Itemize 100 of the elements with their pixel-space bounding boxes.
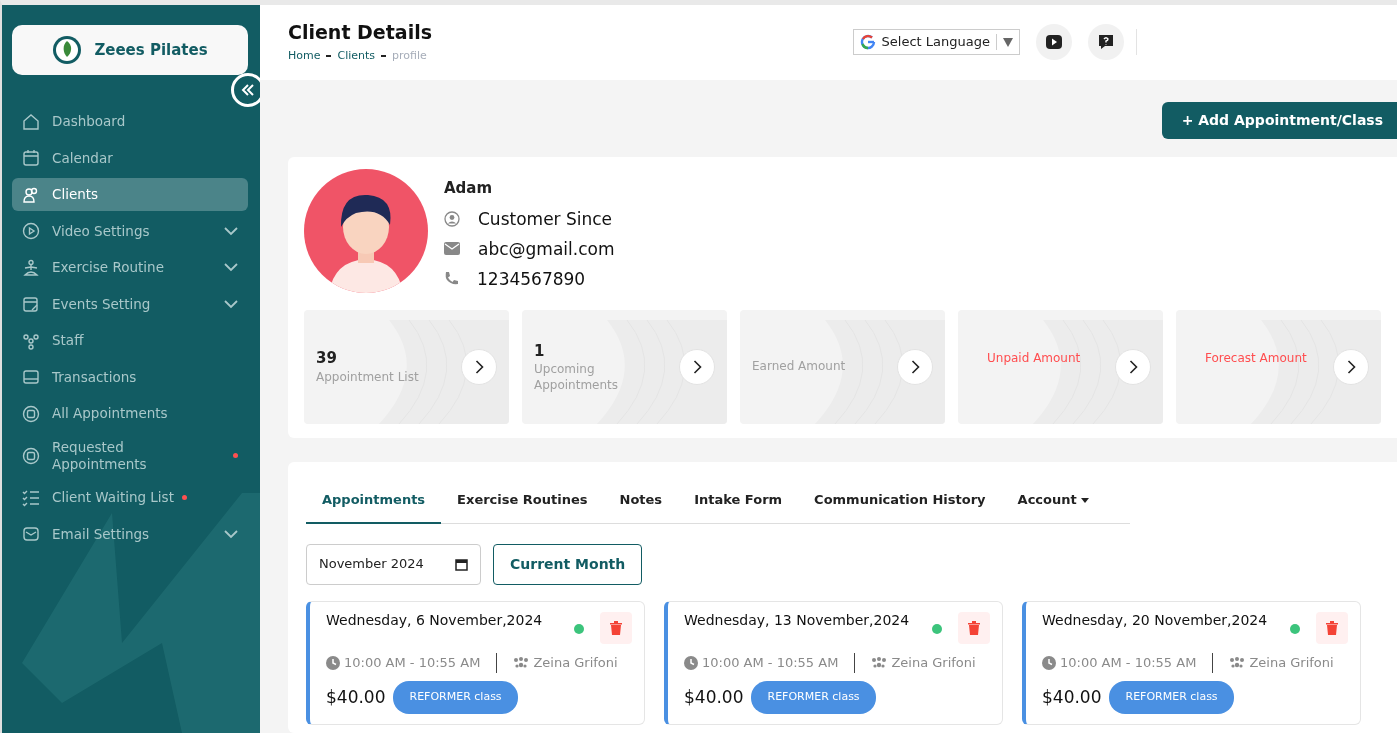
trash-icon (1326, 620, 1338, 635)
team-icon (22, 331, 40, 350)
play-circle-icon (22, 222, 40, 240)
meditation-icon (22, 258, 40, 277)
home-icon (22, 112, 40, 131)
breadcrumb-link[interactable]: Clients (337, 47, 376, 65)
chevron-right-icon (474, 359, 484, 374)
tab[interactable]: Intake Form (678, 478, 799, 524)
class-tag[interactable]: REFORMER class (751, 681, 876, 714)
delete-button[interactable] (600, 611, 632, 644)
stat-label: Upcoming Appointments (534, 362, 620, 394)
month-field[interactable]: November 2024 (306, 543, 481, 585)
trash-icon (968, 620, 980, 635)
sidebar-item[interactable]: Email Settings (12, 517, 248, 551)
staff-name: Zeina Grifoni (533, 654, 618, 673)
appointment-date: Wednesday, 13 November,2024 (684, 611, 911, 629)
envelope-icon (444, 242, 460, 255)
calendar-circle-icon (22, 404, 40, 423)
dropdown-triangle-icon (1003, 37, 1013, 47)
stat-label: Earned Amount (752, 358, 847, 375)
appointment-price: $40.00 (326, 685, 386, 709)
tab[interactable]: Appointments (306, 478, 442, 524)
team-icon (871, 656, 888, 670)
breadcrumb-link[interactable]: Home (288, 47, 321, 65)
help-chat-icon (1097, 33, 1115, 51)
double-chevron-left-icon (241, 83, 255, 97)
customer-since-text: Customer Since (478, 207, 613, 231)
sidebar-item[interactable]: Requested Appointments (12, 433, 248, 478)
stat-label: Appointment List (316, 369, 420, 386)
client-email: abc@gmail.com (478, 237, 615, 261)
chevron-right-icon (692, 359, 702, 374)
chevron-right-icon (1346, 359, 1356, 374)
checklist-icon (22, 488, 40, 507)
stat-card[interactable]: 1 Upcoming Appointments (522, 309, 727, 424)
video-button[interactable] (1036, 24, 1072, 60)
class-tag[interactable]: REFORMER class (1109, 681, 1234, 714)
card-icon (22, 368, 40, 386)
client-name: Adam (444, 178, 494, 199)
envelope-icon (22, 525, 40, 543)
calendar-icon (455, 557, 468, 571)
client-phone: 1234567890 (477, 267, 586, 291)
sidebar-item[interactable]: Exercise Routine (12, 251, 248, 284)
help-button[interactable] (1088, 24, 1124, 60)
class-tag[interactable]: REFORMER class (393, 681, 518, 714)
chevron-right-icon (1128, 359, 1138, 374)
stat-card[interactable]: Earned Amount (740, 309, 945, 424)
chevron-right-icon (910, 359, 920, 374)
stat-label: Unpaid Amount (986, 349, 1082, 367)
collapse-button[interactable] (231, 73, 260, 107)
stat-card[interactable]: Forecast Amount (1176, 309, 1381, 424)
trash-icon (610, 620, 622, 635)
current-month-button[interactable]: Current Month (493, 543, 643, 585)
sidebar-item[interactable]: Calendar (12, 141, 248, 175)
play-icon (1045, 33, 1063, 51)
tab[interactable]: Account (1001, 478, 1105, 524)
stat-card[interactable]: 39 Appointment List (304, 309, 509, 424)
tab[interactable]: Communication History (798, 478, 1002, 524)
google-g-icon (859, 34, 876, 50)
sidebar-item[interactable]: Clients (12, 178, 248, 211)
tab[interactable]: Notes (603, 478, 679, 524)
appointment-time: 10:00 AM - 10:55 AM (1060, 654, 1197, 673)
tab[interactable]: Exercise Routines (441, 478, 604, 524)
appointment-time: 10:00 AM - 10:55 AM (702, 654, 839, 673)
sidebar-item[interactable]: Transactions (12, 360, 248, 394)
logo-icon (52, 35, 83, 65)
staff-name: Zeina Grifoni (1249, 654, 1334, 673)
add-appointment-button[interactable]: + Add Appointment/Class (1161, 102, 1397, 139)
stat-card[interactable]: Unpaid Amount (958, 309, 1163, 424)
sidebar-item[interactable]: All Appointments (12, 397, 248, 430)
users-icon (22, 185, 40, 204)
language-select[interactable]: Select Language (852, 29, 1020, 55)
calendar-edit-icon (22, 295, 40, 313)
team-icon (1229, 656, 1246, 670)
brand-name: Zeees Pilates (94, 39, 208, 61)
clock-icon (326, 656, 340, 670)
stat-label: Forecast Amount (1204, 349, 1308, 367)
clock-icon (684, 656, 698, 670)
stat-value: 1 (534, 340, 546, 362)
appointment-date: Wednesday, 20 November,2024 (1042, 611, 1269, 629)
calendar-icon (22, 149, 40, 167)
appointment-price: $40.00 (684, 685, 744, 709)
breadcrumb-separator (381, 55, 387, 58)
staff-name: Zeina Grifoni (891, 654, 976, 673)
page-title: Client Details (288, 21, 432, 44)
sidebar-item[interactable]: Dashboard (12, 105, 248, 138)
sidebar-item[interactable]: Video Settings (12, 214, 248, 248)
delete-button[interactable] (1316, 611, 1348, 644)
sidebar-item[interactable]: Events Setting (12, 287, 248, 321)
calendar-circle-icon (22, 446, 40, 465)
sidebar-item[interactable]: Staff (12, 324, 248, 357)
appointment-price: $40.00 (1042, 685, 1102, 709)
stat-value: 39 (316, 348, 338, 370)
appointment-date: Wednesday, 6 November,2024 (326, 611, 544, 629)
delete-button[interactable] (958, 611, 990, 644)
team-icon (513, 656, 530, 670)
appointment-time: 10:00 AM - 10:55 AM (344, 654, 481, 673)
sidebar-item[interactable]: Client Waiting List (12, 481, 248, 514)
user-circle-icon (444, 210, 460, 227)
phone-icon (444, 271, 459, 286)
breadcrumb-separator (326, 55, 332, 58)
